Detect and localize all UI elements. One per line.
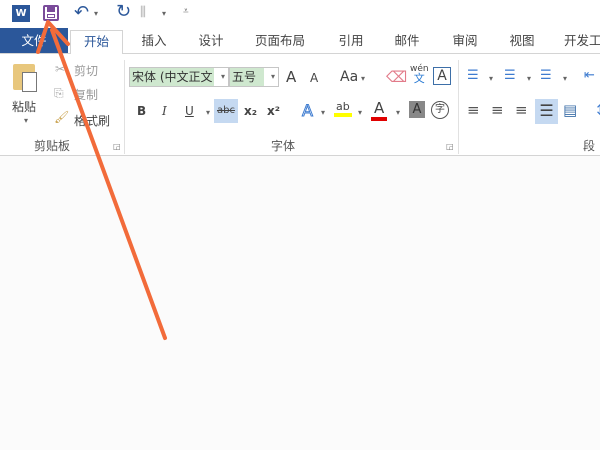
annotation-arrow (36, 20, 167, 340)
